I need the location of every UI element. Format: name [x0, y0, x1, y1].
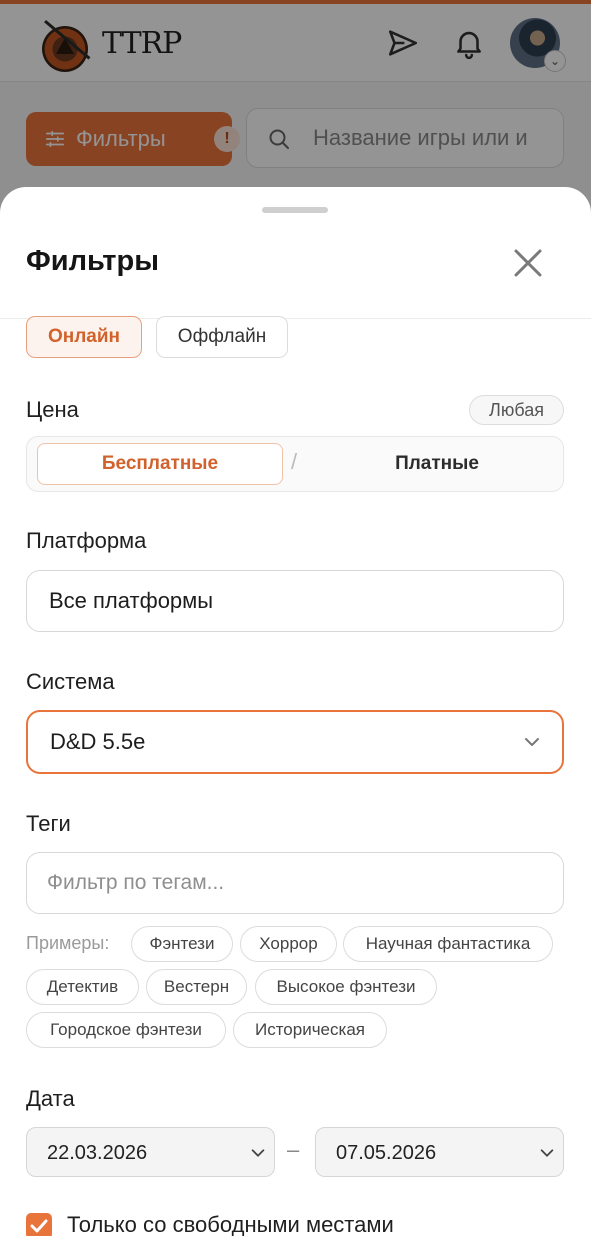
price-label: Цена — [26, 397, 79, 422]
chevron-down-icon — [540, 1149, 554, 1157]
free-seats-checkbox-row[interactable]: Только со свободными местами — [26, 1209, 566, 1236]
tag-chip[interactable]: Фэнтези — [131, 926, 233, 962]
tag-chip[interactable]: Вестерн — [146, 969, 247, 1005]
price-any-chip[interactable]: Любая — [469, 395, 564, 425]
format-online-toggle[interactable]: Онлайн — [26, 316, 142, 358]
date-from-select[interactable]: 22.03.2026 — [26, 1127, 275, 1177]
close-icon[interactable] — [508, 243, 548, 283]
system-select[interactable]: D&D 5.5e — [26, 710, 564, 774]
platform-value: Все платформы — [49, 588, 214, 613]
tags-field[interactable] — [26, 852, 564, 914]
price-free-option[interactable]: Бесплатные — [37, 443, 283, 485]
tag-chip[interactable]: Историческая — [233, 1012, 387, 1048]
platform-select[interactable]: Все платформы — [26, 570, 564, 632]
date-label: Дата — [26, 1086, 75, 1111]
filters-sheet: Фильтры Онлайн Оффлайн Цена Любая Беспла… — [0, 187, 591, 1236]
date-to-value: 07.05.2026 — [336, 1142, 437, 1164]
price-separator: / — [291, 449, 298, 474]
chevron-down-icon — [251, 1149, 265, 1157]
chevron-down-icon — [525, 738, 539, 746]
tags-examples-label: Примеры: — [26, 933, 110, 953]
sheet-title: Фильтры — [26, 245, 159, 277]
date-to-select[interactable]: 07.05.2026 — [315, 1127, 564, 1177]
checkmark-icon — [30, 1219, 48, 1233]
tag-chip[interactable]: Высокое фэнтези — [255, 969, 437, 1005]
free-seats-checkbox[interactable] — [26, 1213, 52, 1236]
platform-label: Платформа — [26, 528, 147, 553]
date-range-separator: – — [287, 1137, 300, 1162]
date-from-value: 22.03.2026 — [47, 1142, 148, 1164]
format-offline-toggle[interactable]: Оффлайн — [156, 316, 288, 358]
tag-chip[interactable]: Детектив — [26, 969, 139, 1005]
system-value: D&D 5.5e — [50, 729, 146, 754]
tag-chip[interactable]: Хоррор — [240, 926, 337, 962]
sheet-drag-handle[interactable] — [262, 207, 328, 213]
system-label: Система — [26, 669, 115, 694]
tags-label: Теги — [26, 811, 71, 836]
price-segmented-control: Бесплатные / Платные — [26, 436, 564, 492]
tag-chip[interactable]: Городское фэнтези — [26, 1012, 226, 1048]
tags-filter-input[interactable] — [47, 853, 537, 913]
free-seats-label: Только со свободными местами — [67, 1212, 394, 1236]
price-paid-option[interactable]: Платные — [319, 443, 555, 485]
tag-chip[interactable]: Научная фантастика — [343, 926, 553, 962]
